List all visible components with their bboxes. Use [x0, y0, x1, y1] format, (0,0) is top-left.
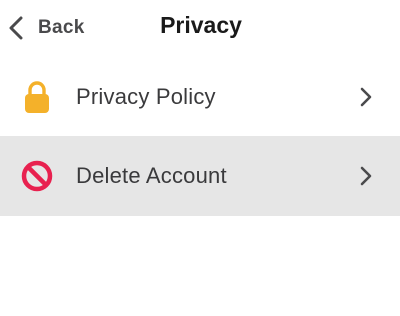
lock-icon: [20, 80, 54, 114]
list-item-privacy-policy[interactable]: Privacy Policy: [0, 58, 400, 136]
privacy-settings-list: Privacy Policy Delete Account: [0, 58, 400, 216]
list-item-delete-account[interactable]: Delete Account: [0, 136, 400, 216]
page-title: Privacy: [160, 12, 242, 38]
list-item-label: Privacy Policy: [76, 84, 216, 109]
list-item-label: Delete Account: [76, 163, 227, 188]
prohibited-icon: [20, 159, 54, 193]
chevron-right-icon: [358, 165, 374, 187]
navigation-bar: Back Privacy: [0, 0, 400, 56]
chevron-right-icon: [358, 86, 374, 108]
